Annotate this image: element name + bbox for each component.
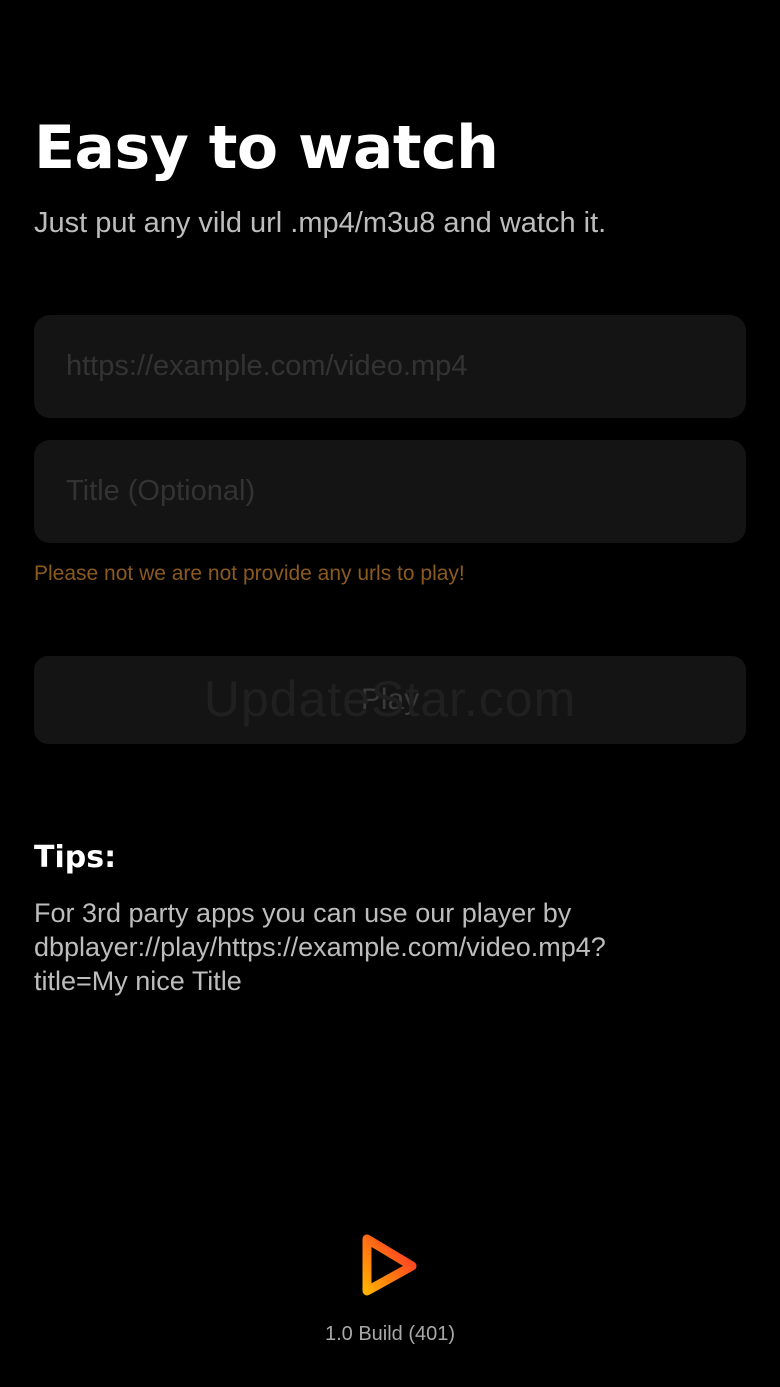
- tips-body: For 3rd party apps you can use our playe…: [34, 896, 734, 998]
- play-triangle-icon: [356, 1231, 424, 1299]
- main-screen: Easy to watch Just put any vild url .mp4…: [0, 0, 780, 1387]
- play-button[interactable]: Play UpdateStar.com: [34, 656, 746, 744]
- version-label: 1.0 Build (401): [324, 1323, 456, 1345]
- tips-line: title=My nice Title: [34, 966, 242, 996]
- title-field[interactable]: [34, 440, 746, 543]
- url-field[interactable]: [34, 315, 746, 418]
- tips-heading: Tips:: [34, 840, 117, 875]
- tips-line: dbplayer://play/https://example.com/vide…: [34, 932, 606, 962]
- url-input[interactable]: [66, 350, 714, 383]
- play-button-label: Play: [360, 683, 420, 716]
- url-notice: Please not we are not provide any urls t…: [34, 562, 465, 585]
- page-subtitle: Just put any vild url .mp4/m3u8 and watc…: [34, 207, 607, 239]
- title-input[interactable]: [66, 475, 714, 508]
- tips-line: For 3rd party apps you can use our playe…: [34, 898, 572, 928]
- page-title: Easy to watch: [34, 113, 499, 183]
